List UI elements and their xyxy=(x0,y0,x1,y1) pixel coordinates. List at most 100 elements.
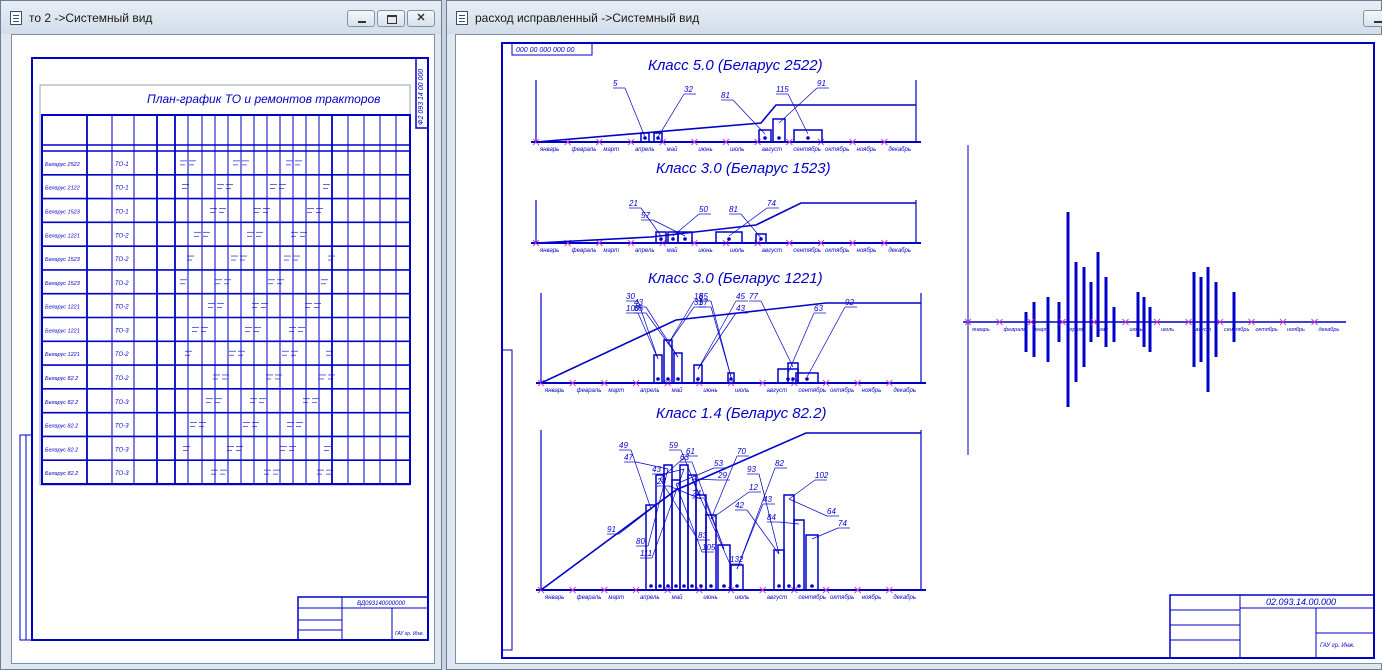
month-label: апрель xyxy=(640,595,660,601)
consumption-bar xyxy=(655,474,665,591)
right-window[interactable]: расход исправленный ->Системный вид 000 … xyxy=(446,0,1382,670)
callout-leader xyxy=(811,527,839,540)
left-stamp-sheet: ГАУ гр. Инж. xyxy=(395,631,424,637)
table-row-label: Беларус 1523 xyxy=(45,209,81,215)
month-label: июнь xyxy=(703,595,717,601)
table-row-to: ТО-2 xyxy=(115,257,129,263)
month-label: август xyxy=(762,248,782,254)
bar-dot xyxy=(777,136,781,140)
consumption-bar xyxy=(717,544,731,591)
table-row-to: ТО-3 xyxy=(115,424,129,430)
table-row-to: ТО-2 xyxy=(115,305,129,311)
table-row-label: Беларус 1221 xyxy=(45,328,80,334)
bar-dot xyxy=(666,377,670,381)
chart-title: Класс 1.4 (Беларус 82.2) xyxy=(656,405,826,422)
callout-leader xyxy=(710,300,732,378)
close-button[interactable]: ✕ xyxy=(407,10,435,27)
table-row-to: ТО-2 xyxy=(115,281,129,287)
table-row-label: Беларус 2522 xyxy=(45,162,80,168)
month-label: сентябрь xyxy=(793,248,821,254)
consumption-bar xyxy=(773,549,785,591)
month-label: январь xyxy=(539,248,559,254)
left-stamp: ВД093140000000 ГАУ гр. Инж. xyxy=(297,596,429,641)
month-label: апрель xyxy=(1067,327,1085,333)
callout-label: 105 xyxy=(702,543,716,552)
right-stamp-sheet: ГАУ гр. Инж. xyxy=(1320,643,1355,649)
table-row-label: Беларус 82.2 xyxy=(45,471,78,477)
callout-label: 115 xyxy=(776,85,789,94)
right-drawing-canvas[interactable]: 000 00 000 000 00 Класс 5.0 (Беларус 252… xyxy=(455,34,1382,664)
callout-label: 57 xyxy=(641,211,650,220)
month-label: ноябрь xyxy=(862,388,882,394)
bar-dot xyxy=(659,237,663,241)
table-row-label: Беларус 2122 xyxy=(45,186,80,192)
callout-label: 49 xyxy=(619,441,628,450)
month-label: январь xyxy=(971,327,990,333)
cumulative-line xyxy=(535,202,916,244)
month-label: март xyxy=(603,248,619,254)
callout-label: 82 xyxy=(775,459,784,468)
left-window[interactable]: то 2 ->Системный вид ✕ Ф2 093 14 00 000 … xyxy=(0,0,442,670)
minimize-button[interactable] xyxy=(1363,10,1382,27)
left-drawing-canvas[interactable]: Ф2 093 14 00 000 План-график ТО и ремонт… xyxy=(11,34,435,664)
consumption-bar xyxy=(793,519,805,591)
plan-table: Беларус 2522 ТО-1 Беларус 2122 ТО-1 Беларус … xyxy=(41,114,411,485)
table-row-to: ТО-1 xyxy=(115,209,129,215)
left-stamp-code: ВД093140000000 xyxy=(357,601,406,607)
month-label: март xyxy=(608,595,624,601)
table-row-label: Беларус 1221 xyxy=(45,352,80,358)
table-row-to: ТО-3 xyxy=(115,400,129,406)
month-label: август xyxy=(767,595,787,601)
month-label: ноябрь xyxy=(857,248,877,254)
month-label: июль xyxy=(735,388,749,394)
maximize-button[interactable] xyxy=(377,10,405,27)
month-label: октябрь xyxy=(825,147,849,153)
month-label: май xyxy=(667,146,678,153)
callout-label: 42 xyxy=(735,501,744,510)
table-row-label: Беларус 82.2 xyxy=(45,376,78,382)
right-corner-code: 000 00 000 000 00 xyxy=(516,47,574,54)
document-icon xyxy=(10,11,22,25)
callout-leader xyxy=(787,93,809,135)
callout-leader xyxy=(697,312,737,370)
month-label: ноябрь xyxy=(857,147,877,153)
consumption-bar xyxy=(679,464,689,591)
bar-dot xyxy=(797,584,801,588)
table-row-label: Беларус 1221 xyxy=(45,305,80,311)
callout-label: 45 xyxy=(736,292,745,301)
bar-dot xyxy=(656,377,660,381)
left-window-titlebar[interactable]: то 2 ->Системный вид ✕ xyxy=(1,1,441,34)
month-label: июль xyxy=(735,595,749,601)
month-label: сентябрь xyxy=(793,147,821,153)
month-label: июнь xyxy=(698,248,712,254)
callout-label: 21 xyxy=(628,199,638,208)
month-label: декабрь xyxy=(888,147,911,153)
callout-leader xyxy=(806,306,846,378)
table-row-label: Беларус 82.2 xyxy=(45,424,78,430)
month-label: июль xyxy=(730,248,744,254)
chart-title: Класс 3.0 (Беларус 1523) xyxy=(656,160,831,177)
bar-dot xyxy=(649,584,653,588)
bar-dot xyxy=(791,377,795,381)
bar-dot xyxy=(671,237,675,241)
callout-label: 29 xyxy=(717,471,727,480)
month-label: апрель xyxy=(635,248,655,254)
callout-label: 83 xyxy=(698,531,707,540)
month-label: декабрь xyxy=(893,388,916,394)
left-window-title: то 2 ->Системный вид xyxy=(29,11,153,25)
chart-title: Класс 3.0 (Беларус 1221) xyxy=(648,270,823,287)
minimize-button[interactable] xyxy=(347,10,375,27)
month-label: октябрь xyxy=(830,388,854,394)
callout-label: 91 xyxy=(817,79,826,88)
callout-label: 84 xyxy=(767,513,776,522)
callout-leader xyxy=(760,300,794,368)
callout-label: 47 xyxy=(624,453,633,462)
bar-dot xyxy=(666,584,670,588)
bar-dot xyxy=(787,584,791,588)
consumption-bar xyxy=(793,129,823,143)
consumption-bar xyxy=(705,514,717,591)
charts-area: Класс 5.0 (Беларус 2522) январь февраль мар… xyxy=(531,57,926,601)
bar-dot xyxy=(763,136,767,140)
month-label: июнь xyxy=(1130,327,1143,333)
right-window-titlebar[interactable]: расход исправленный ->Системный вид xyxy=(447,1,1382,34)
